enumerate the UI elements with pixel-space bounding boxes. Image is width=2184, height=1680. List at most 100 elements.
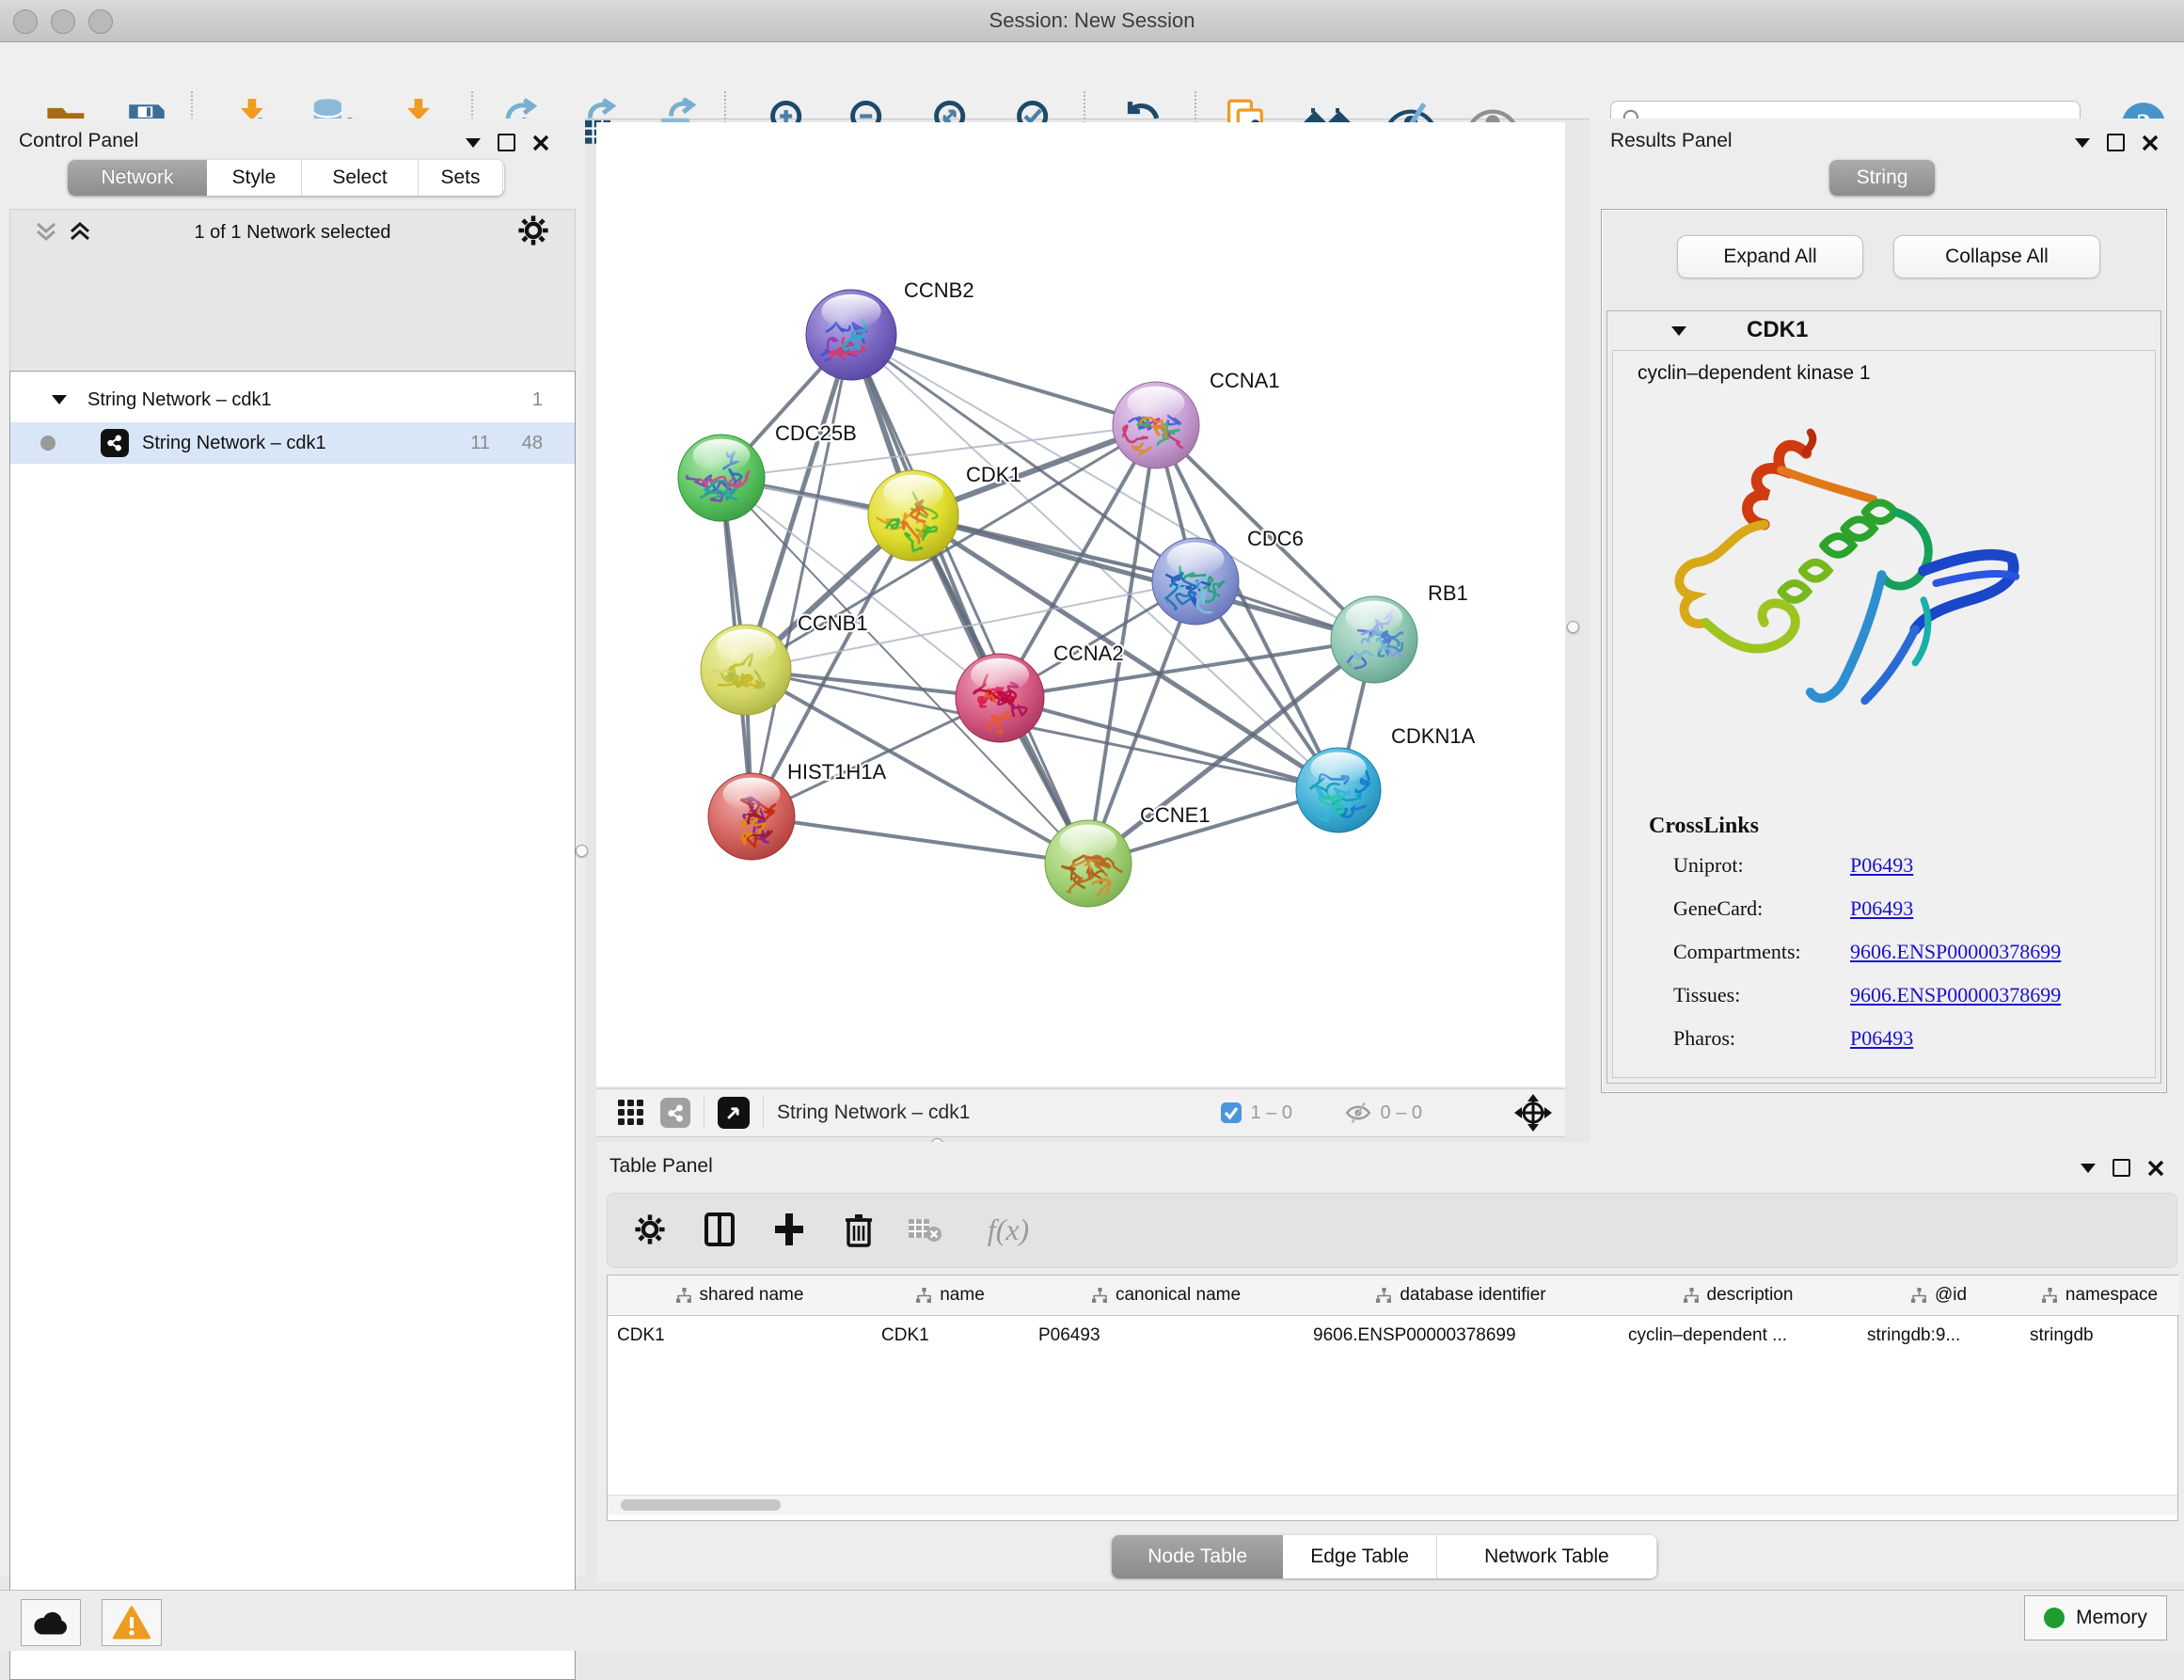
tab-network[interactable]: Network [68,160,207,196]
tab-network-table[interactable]: Network Table [1437,1535,1657,1578]
cloud-icon [32,1609,70,1637]
table-cell[interactable]: CDK1 [608,1315,872,1356]
crosslink-link[interactable]: 9606.ENSP00000378699 [1850,940,2061,964]
close-panel-icon[interactable] [2142,135,2159,151]
tab-sets[interactable]: Sets [419,160,503,196]
tab-style[interactable]: Style [207,160,302,196]
tab-string[interactable]: String [1829,160,1935,196]
column-type-icon [1911,1288,1927,1304]
table-cell[interactable]: P06493 [1029,1315,1304,1356]
float-panel-icon[interactable] [2075,138,2090,148]
delete-table-icon[interactable] [901,1206,948,1253]
results-panel-title: Results Panel [1610,130,1733,152]
network-options-gear-icon[interactable] [517,214,549,246]
node-table[interactable]: shared name name canonical name database… [607,1275,2178,1521]
show-columns-icon[interactable] [696,1206,743,1253]
column-header: namespace [2020,1276,2179,1316]
string-network-icon [101,429,129,457]
column-header: description [1619,1276,1859,1316]
tab-node-table[interactable]: Node Table [1112,1535,1283,1578]
collapse-all-button[interactable]: Collapse All [1893,235,2100,278]
table-hscrollbar[interactable] [608,1495,2177,1514]
node-HIST1H1A: HIST1H1A [708,760,886,860]
add-column-icon[interactable] [766,1206,813,1253]
tab-select[interactable]: Select [302,160,419,196]
gene-detail-card: cyclin–dependent kinase 1 CrossLinks Uni… [1612,350,2156,1078]
svg-text:CCNE1: CCNE1 [1140,803,1211,827]
memory-status-dot-icon [2044,1608,2065,1628]
crosslink-label: GeneCard: [1673,896,1763,921]
crosslink-link[interactable]: P06493 [1850,853,1913,878]
column-type-icon [2042,1288,2058,1304]
node-CCNA1: CCNA1 [1113,369,1280,468]
network-row[interactable]: String Network – cdk1 11 48 [10,422,575,464]
float-panel-icon[interactable] [2081,1164,2096,1173]
fit-content-crosshair-icon[interactable] [1514,1094,1552,1132]
svg-text:CDK1: CDK1 [966,463,1021,486]
column-type-icon [916,1288,932,1304]
cloud-status-button[interactable] [21,1599,81,1646]
crosslink-label: Pharos: [1673,1026,1735,1051]
svg-text:HIST1H1A: HIST1H1A [787,760,886,784]
maximize-panel-icon[interactable] [2107,134,2125,151]
network-view-toolbar: String Network – cdk1 1 – 0 0 – 0 [596,1088,1565,1137]
close-panel-icon[interactable] [532,135,549,151]
function-builder-icon[interactable]: f(x) [973,1206,1044,1253]
svg-text:CCNB1: CCNB1 [798,611,868,635]
column-type-icon [1684,1288,1700,1304]
table-cell[interactable]: stringdb:9... [1858,1315,2020,1356]
crosslink-link[interactable]: 9606.ENSP00000378699 [1850,983,2061,1007]
table-options-gear-icon[interactable] [626,1206,673,1253]
table-cell[interactable]: stringdb [2020,1315,2179,1356]
svg-text:CDC6: CDC6 [1247,527,1304,550]
main-toolbar: ? [0,42,2184,119]
float-panel-icon[interactable] [466,138,481,148]
crosslink-label: Compartments: [1673,940,1801,964]
current-network-dot-icon [40,436,55,451]
maximize-panel-icon[interactable] [2113,1159,2130,1177]
title-bar: Session: New Session [0,0,2184,42]
tab-edge-table[interactable]: Edge Table [1283,1535,1436,1578]
close-panel-icon[interactable] [2147,1160,2164,1177]
delete-column-icon[interactable] [835,1206,882,1253]
warning-status-button[interactable] [102,1599,162,1646]
collection-expander-icon[interactable] [52,395,67,404]
column-type-icon [1092,1288,1108,1304]
table-cell[interactable]: CDK1 [872,1315,1029,1356]
column-type-icon [676,1288,692,1304]
column-header: shared name [608,1276,873,1316]
hidden-node-edge-counts: 0 – 0 [1381,1102,1422,1124]
svg-text:CDC25B: CDC25B [775,421,857,445]
crosslink-link[interactable]: P06493 [1850,896,1913,921]
column-type-icon [1376,1288,1392,1304]
selected-checkbox-icon[interactable] [1220,1102,1242,1124]
svg-text:CDKN1A: CDKN1A [1391,724,1476,748]
hidden-eye-icon[interactable] [1344,1101,1372,1125]
network-name: String Network – cdk1 [142,433,326,454]
memory-label: Memory [2076,1607,2147,1629]
memory-button[interactable]: Memory [2024,1595,2167,1640]
network-canvas[interactable]: CCNB2CCNA1CDC25BCDK1CDC6RB1CCNB1CCNA2CDK… [596,122,1565,1086]
network-edge-count: 48 [522,433,543,454]
crosslink-label: Tissues: [1673,983,1740,1007]
network-collection-row[interactable]: String Network – cdk1 1 [10,379,575,420]
expand-all-button[interactable]: Expand All [1677,235,1863,278]
column-header: canonical name [1029,1276,1305,1316]
status-bar [0,1590,2184,1651]
right-splitter-handle[interactable] [1567,621,1579,633]
warning-icon [113,1605,150,1640]
grid-view-icon[interactable] [617,1099,645,1127]
column-header: name [872,1276,1030,1316]
string-view-icon[interactable] [660,1098,690,1128]
crosslink-link[interactable]: P06493 [1850,1026,1913,1051]
scrollbar-thumb[interactable] [621,1499,781,1511]
gene-expander-icon[interactable] [1671,326,1686,336]
table-cell[interactable]: cyclin–dependent ... [1619,1315,1858,1356]
table-cell[interactable]: 9606.ENSP00000378699 [1304,1315,1619,1356]
crosslinks-heading: CrossLinks [1649,814,1759,839]
birdseye-view-icon[interactable] [718,1097,750,1129]
control-panel-tabs: Network Style Select Sets [68,160,504,196]
maximize-panel-icon[interactable] [498,134,515,151]
column-header: database identifier [1304,1276,1620,1316]
left-splitter-handle[interactable] [576,845,588,857]
